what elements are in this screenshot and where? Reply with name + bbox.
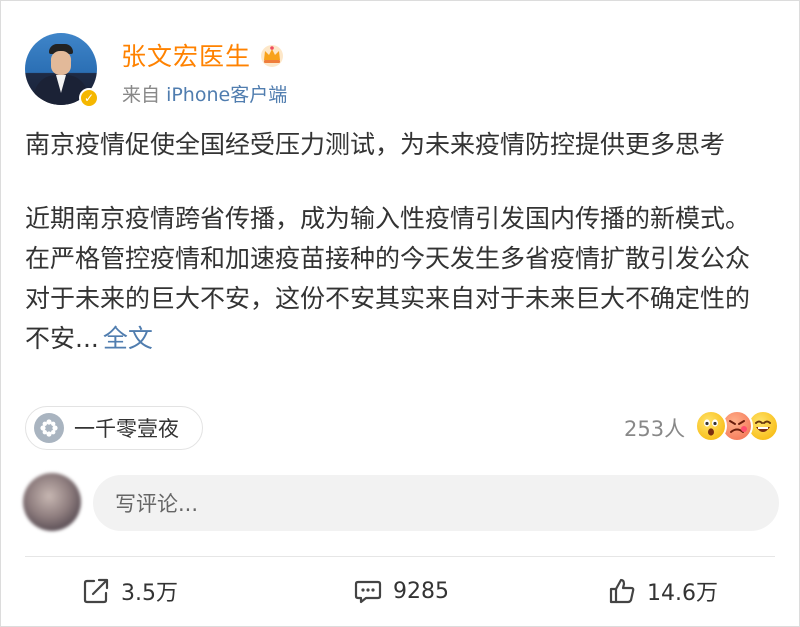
shocked-emoji-icon: [695, 410, 727, 442]
thumbs-up-icon: [609, 578, 635, 604]
source-prefix: 来自: [122, 84, 161, 106]
post-header: ✓ 张文宏医生 来自 iPhone客户端: [25, 33, 765, 113]
divider: [25, 556, 775, 557]
like-count: 14.6万: [647, 581, 718, 606]
post-paragraph-2: 近期南京疫情跨省传播，成为输入性疫情引发国内传播的新模式。在严格管控疫情和加速疫…: [25, 199, 765, 359]
post-paragraph-1: 南京疫情促使全国经受压力测试，为未来疫情防控提供更多思考: [25, 130, 726, 159]
topic-chip[interactable]: 一千零壹夜: [25, 406, 203, 450]
full-text-link[interactable]: 全文: [103, 324, 153, 353]
like-button[interactable]: 14.6万: [607, 569, 718, 613]
share-button[interactable]: 3.5万: [81, 569, 178, 613]
verified-badge-icon: ✓: [79, 88, 99, 108]
topic-flower-icon: [34, 413, 64, 443]
comment-button[interactable]: 9285: [353, 569, 449, 613]
share-icon: [83, 578, 109, 604]
comment-placeholder: 写评论...: [115, 492, 199, 516]
post-source: 来自 iPhone客户端: [122, 80, 287, 107]
comment-input[interactable]: 写评论...: [93, 475, 779, 531]
topic-label: 一千零壹夜: [74, 417, 179, 441]
current-user-avatar: [23, 473, 81, 531]
comment-icon: [354, 580, 382, 604]
share-count: 3.5万: [121, 581, 178, 606]
author-name[interactable]: 张文宏医生: [121, 37, 251, 73]
crown-icon: [261, 45, 284, 67]
post-content: 南京疫情促使全国经受压力测试，为未来疫情防控提供更多思考 近期南京疫情跨省传播，…: [25, 125, 765, 359]
reaction-emojis[interactable]: [695, 410, 779, 446]
comment-count: 9285: [393, 578, 449, 604]
reaction-count[interactable]: 253人: [624, 413, 685, 443]
source-app[interactable]: iPhone客户端: [166, 84, 287, 106]
author-avatar[interactable]: ✓: [25, 33, 99, 108]
action-bar: 3.5万 9285 14.6万: [1, 569, 800, 613]
